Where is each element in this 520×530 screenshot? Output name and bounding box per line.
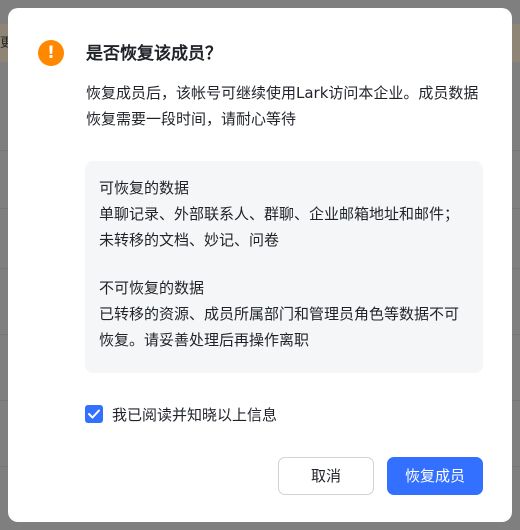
recoverable-heading: 可恢复的数据	[99, 179, 190, 197]
acknowledge-label: 我已阅读并知晓以上信息	[112, 405, 278, 424]
restore-member-dialog: ! 是否恢复该成员？ 恢复成员后，该帐号可继续使用Lark访问本企业。成员数据恢…	[8, 8, 512, 522]
restore-member-button[interactable]: 恢复成员	[387, 457, 483, 495]
data-info-panel: 可恢复的数据 单聊记录、外部联系人、群聊、企业邮箱地址和邮件；未转移的文档、妙记…	[85, 161, 483, 373]
cancel-button[interactable]: 取消	[278, 457, 374, 495]
acknowledge-checkbox[interactable]	[85, 405, 103, 423]
unrecoverable-body: 已转移的资源、成员所属部门和管理员角色等数据不可恢复。请妥善处理后再操作离职	[99, 305, 460, 349]
recoverable-body: 单聊记录、外部联系人、群聊、企业邮箱地址和邮件；未转移的文档、妙记、问卷	[99, 205, 460, 249]
dialog-title: 是否恢复该成员？	[86, 44, 222, 64]
checkmark-icon	[88, 409, 100, 419]
exclamation-circle-icon: !	[38, 40, 64, 66]
acknowledge-checkbox-row[interactable]: 我已阅读并知晓以上信息	[85, 402, 277, 426]
unrecoverable-heading: 不可恢复的数据	[99, 279, 205, 297]
dialog-description: 恢复成员后，该帐号可继续使用Lark访问本企业。成员数据恢复需要一段时间，请耐心…	[86, 84, 479, 128]
